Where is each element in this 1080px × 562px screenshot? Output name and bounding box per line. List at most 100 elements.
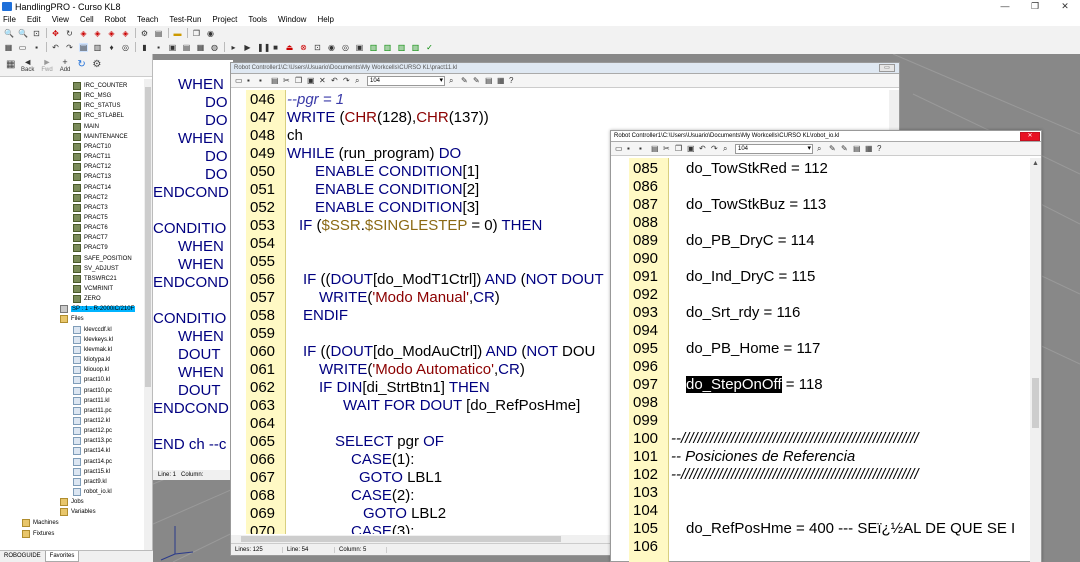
menu-project[interactable]: Project (212, 15, 237, 24)
tree-item-program[interactable]: ZERO (73, 294, 101, 304)
jog-icon[interactable]: ◈ (93, 29, 102, 38)
settings-icon[interactable]: ⚙ (92, 60, 102, 70)
tree-scrollbar[interactable] (144, 79, 152, 551)
tab-favorites[interactable]: Favorites (44, 551, 80, 562)
tree-item-file[interactable]: pract11.pc (73, 406, 112, 416)
menu-window[interactable]: Window (278, 15, 306, 24)
tree-item-program[interactable]: PRACT9 (73, 243, 108, 253)
tree-item-program[interactable]: PRACT6 (73, 223, 108, 233)
menu-file[interactable]: File (3, 15, 16, 24)
close-button[interactable]: ✕ (1050, 0, 1080, 13)
find-next-icon[interactable]: ⌕ (449, 76, 457, 85)
tree-item-file[interactable]: pract14.pc (73, 457, 112, 467)
ruler-icon[interactable]: ▬ (173, 29, 182, 38)
tree-item-file[interactable]: pract12.kl (73, 416, 110, 426)
collision-icon[interactable]: ▣ (355, 43, 364, 52)
tree-item-program[interactable]: SAFE_POSITION (73, 254, 132, 264)
background-editor-window[interactable]: WHEN DO DO WHEN DO DO ENDCOND CONDITIO WHEN WHEN E… (153, 60, 233, 470)
abort-icon[interactable]: ⊗ (299, 43, 308, 52)
wire-icon[interactable]: ▥ (411, 43, 420, 52)
editor-horizontal-scrollbar[interactable] (231, 535, 611, 543)
tree-item-file[interactable]: pract11.kl (73, 396, 110, 406)
path-icon[interactable]: ◍ (210, 43, 219, 52)
scrollbar-thumb[interactable] (145, 87, 151, 387)
program-icon[interactable]: ▤ (154, 29, 163, 38)
tree-item-program[interactable]: MAIN (73, 122, 99, 132)
find-icon[interactable]: ⌕ (723, 144, 731, 153)
tree-item-program[interactable]: IRC_MSG (73, 91, 111, 101)
bookmark-icon[interactable]: ✎ (473, 76, 481, 85)
print-icon[interactable]: ▤ (271, 76, 279, 85)
record-icon[interactable]: ⊡ (313, 43, 322, 52)
frame-icon[interactable]: ◈ (107, 29, 116, 38)
save-file-icon[interactable]: ▪ (247, 76, 255, 85)
cell-browser-icon[interactable]: ▥ (93, 43, 102, 52)
editor-restore-button[interactable]: ▭ (879, 64, 895, 72)
grid-icon[interactable]: ▦ (6, 60, 16, 70)
grip-icon[interactable]: ▤ (182, 43, 191, 52)
tree-item-program[interactable]: TBSWRC21 (73, 274, 117, 284)
undo-icon[interactable]: ↶ (331, 76, 339, 85)
reset-icon[interactable]: ◉ (327, 43, 336, 52)
goto-icon[interactable]: ▤ (485, 76, 493, 85)
tree-item-program[interactable]: PRACT11 (73, 152, 111, 162)
menu-test-run[interactable]: Test-Run (169, 15, 201, 24)
target-icon[interactable]: ◎ (121, 43, 130, 52)
cut-icon[interactable]: ✂ (663, 144, 671, 153)
io-editor-code-area[interactable]: 085 do_TowStkRed = 112 086 087 do_TowStkBuz … (611, 158, 1031, 562)
pause-icon[interactable]: ❚❚ (257, 43, 270, 52)
tree-item-program[interactable]: PRACT3 (73, 203, 108, 213)
paste-icon[interactable]: ▣ (687, 144, 695, 153)
tree-item-program[interactable]: PRACT10 (73, 142, 111, 152)
zoom-window-icon[interactable]: ⊡ (32, 29, 41, 38)
tree-item-program[interactable]: IRC_STLABEL (73, 111, 124, 121)
group-icon[interactable]: ▦ (196, 43, 205, 52)
tree-item-file[interactable]: pract10.pc (73, 386, 112, 396)
tree-item-program[interactable]: PRACT14 (73, 183, 111, 193)
teach-pendant-icon[interactable]: ▮ (140, 43, 149, 52)
menu-cell[interactable]: Cell (80, 15, 94, 24)
zoom-in-icon[interactable]: 🔍 (4, 29, 14, 38)
save-all-icon[interactable]: ▪ (259, 76, 267, 85)
find-combo[interactable]: 104 (367, 75, 445, 86)
help-icon[interactable]: ? (509, 76, 517, 85)
cycle-icon[interactable]: ▥ (397, 43, 406, 52)
redo-icon[interactable]: ↷ (65, 43, 74, 52)
replace-icon[interactable]: ✎ (829, 144, 837, 153)
trace-icon[interactable]: ▥ (383, 43, 392, 52)
tree-item-file[interactable]: kliouop.kl (73, 365, 109, 375)
tree-item-program[interactable]: IRC_STATUS (73, 101, 120, 111)
find-next-icon[interactable]: ⌕ (817, 144, 825, 153)
profile-icon[interactable]: ◎ (341, 43, 350, 52)
tree-item-program[interactable]: PRACT12 (73, 162, 111, 172)
tree-item-machines[interactable]: Machines (22, 518, 59, 528)
tree-item-file[interactable]: pract12.pc (73, 426, 112, 436)
tree-item-file[interactable]: robot_io.kl (73, 487, 112, 497)
add-button[interactable]: + Add (60, 57, 71, 73)
copy-icon[interactable]: ❐ (675, 144, 683, 153)
tip-icon[interactable]: ♦ (107, 43, 116, 52)
play-icon[interactable]: ▶ (243, 43, 252, 52)
print-icon[interactable]: ▤ (651, 144, 659, 153)
graph-icon[interactable]: ▥ (369, 43, 378, 52)
measure-icon[interactable]: ◈ (121, 29, 130, 38)
menu-robot[interactable]: Robot (105, 15, 126, 24)
io-editor-scrollbar[interactable]: ▲ (1030, 158, 1041, 562)
tree-item-program[interactable]: IRC_COUNTER (73, 81, 127, 91)
tree-item-program[interactable]: PRACT7 (73, 233, 108, 243)
select-icon[interactable]: ◈ (79, 29, 88, 38)
scroll-up-icon[interactable]: ▲ (1032, 160, 1039, 167)
io-editor-close-button[interactable]: ✕ (1020, 132, 1040, 141)
tree-item-program[interactable]: VCMRINIT (73, 284, 113, 294)
menu-tools[interactable]: Tools (248, 15, 267, 24)
save-file-icon[interactable]: ▪ (627, 144, 635, 153)
menu-edit[interactable]: Edit (27, 15, 41, 24)
rotate-icon[interactable]: ↻ (65, 29, 74, 38)
tab-roboguide[interactable]: ROBOGUIDE (0, 551, 45, 562)
grid-icon[interactable]: ▦ (4, 43, 13, 52)
io-icon[interactable]: ▪ (154, 43, 163, 52)
back-button[interactable]: ◄ Back (21, 57, 34, 73)
goto-icon[interactable]: ▤ (853, 144, 861, 153)
tree-item-variables[interactable]: Variables (60, 507, 96, 517)
pan-icon[interactable]: ✥ (51, 29, 60, 38)
